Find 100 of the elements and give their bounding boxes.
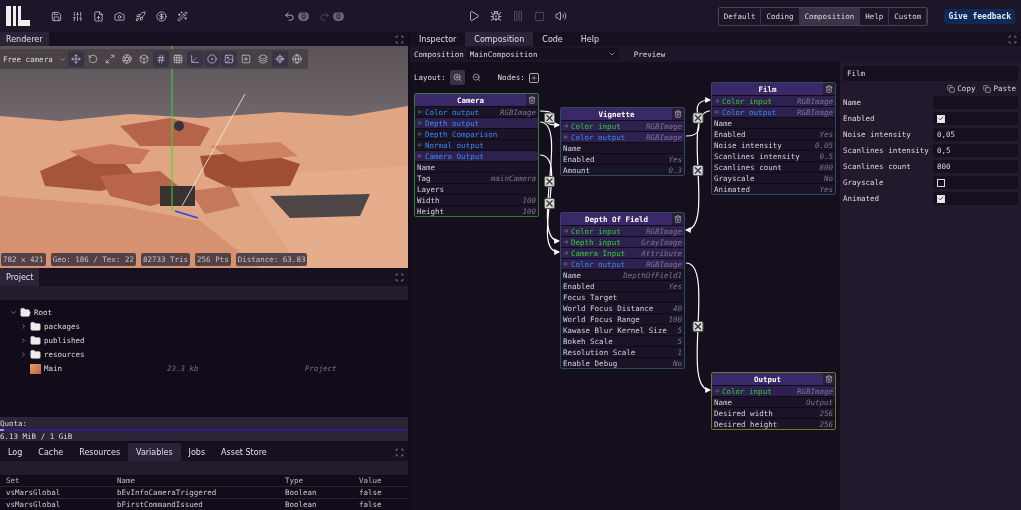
panel-tab[interactable]: Asset Store	[213, 443, 275, 461]
rotate-icon	[88, 54, 98, 64]
caret-icon	[58, 55, 66, 63]
globe-icon	[292, 54, 302, 64]
unlink-button[interactable]	[692, 112, 704, 124]
arrow-left-icon	[714, 109, 720, 115]
viewport-tool-button[interactable]	[153, 51, 169, 67]
magic-wand-icon	[177, 10, 188, 22]
caret-icon	[607, 50, 616, 58]
delete-button[interactable]	[672, 213, 684, 225]
grid-icon	[156, 54, 166, 64]
arrow-right-icon	[563, 123, 569, 129]
file-thumbnail	[30, 363, 41, 374]
stop-icon	[533, 10, 545, 22]
arrow-left-icon	[417, 109, 423, 115]
checkbox-field[interactable]	[933, 112, 1018, 125]
viewport-tool-button[interactable]	[187, 51, 203, 67]
unlink-button[interactable]	[544, 112, 555, 124]
viewport-tool-button[interactable]	[289, 51, 305, 67]
scale-icon	[105, 54, 115, 64]
grid-icon	[173, 54, 183, 64]
trash-icon	[674, 215, 682, 223]
move-icon	[71, 54, 81, 64]
locate-icon	[275, 54, 285, 64]
checkbox-field[interactable]	[933, 176, 1018, 189]
arrow-left-icon	[563, 261, 569, 267]
redo-count: 0	[333, 11, 344, 21]
file-upload-icon	[93, 10, 104, 22]
dollar-icon	[156, 10, 167, 22]
logo-icon	[6, 6, 30, 26]
trash-icon	[674, 110, 682, 118]
viewport-tool-button[interactable]	[221, 51, 237, 67]
panel-tab[interactable]: Code	[533, 32, 572, 46]
feedback-button[interactable]: Give feedback	[944, 8, 1015, 24]
folder-icon	[30, 335, 41, 346]
plus-icon	[529, 73, 538, 82]
panel-tab[interactable]: Help	[571, 32, 609, 46]
arrow-right-icon	[714, 388, 720, 394]
speaker-icon	[554, 10, 567, 22]
pause-icon	[511, 10, 524, 22]
add-node-button[interactable]	[528, 72, 539, 83]
sliders-icon	[72, 10, 83, 22]
trash-icon	[825, 85, 833, 93]
arrow-right-icon	[563, 250, 569, 256]
unlink-button[interactable]	[544, 198, 555, 209]
axis-icon	[190, 54, 200, 64]
arrow-right-icon	[563, 228, 569, 234]
panel-tab[interactable]: Composition	[465, 32, 534, 46]
arrow-left-icon	[417, 153, 423, 159]
viewport-tool-button[interactable]	[255, 51, 271, 67]
plus-square-icon	[241, 54, 251, 64]
unlink-button[interactable]	[692, 165, 704, 176]
undo-count: 0	[298, 11, 309, 21]
panel-tab[interactable]: Jobs	[180, 443, 214, 461]
target-icon	[207, 54, 217, 64]
panel-tab[interactable]: Resources	[71, 443, 129, 461]
arrow-left-icon	[417, 120, 423, 126]
box-icon	[139, 54, 149, 64]
checkbox[interactable]	[937, 178, 945, 187]
zoom-in-icon	[452, 73, 462, 82]
panel-tab[interactable]: Renderer	[0, 32, 49, 46]
panel-tab[interactable]: Variables	[128, 443, 181, 461]
checkbox-field[interactable]	[933, 192, 1018, 205]
redo-icon	[319, 10, 330, 22]
node-card[interactable]	[560, 212, 685, 369]
maximize-icon	[395, 34, 404, 44]
delete-button[interactable]	[823, 373, 835, 385]
layers-icon	[258, 54, 268, 64]
arrow-right-icon	[714, 98, 720, 104]
panel-tab[interactable]: Log	[0, 443, 31, 461]
delete-button[interactable]	[526, 94, 538, 106]
folder-icon	[30, 349, 41, 360]
viewport-tool-button[interactable]	[68, 51, 84, 67]
folder-icon	[30, 321, 41, 332]
unlink-button[interactable]	[692, 321, 704, 332]
trash-icon	[528, 96, 536, 104]
copy-icon	[947, 84, 956, 93]
zoom-in-button[interactable]	[449, 70, 465, 85]
bug-icon	[489, 10, 502, 22]
image-icon	[224, 54, 234, 64]
arrow-left-icon	[563, 134, 569, 140]
panel-tab[interactable]: Inspector	[410, 32, 466, 46]
delete-button[interactable]	[672, 108, 684, 120]
viewport-tool-button[interactable]	[204, 51, 220, 67]
delete-button[interactable]	[823, 83, 835, 95]
panel-tab[interactable]: Cache	[30, 443, 72, 461]
unlink-button[interactable]	[544, 176, 555, 187]
viewport-tool-button[interactable]	[272, 51, 288, 67]
panel-tab[interactable]: Project	[0, 268, 40, 286]
trash-icon	[825, 375, 833, 383]
save-icon	[51, 10, 62, 22]
arrow-left-icon	[417, 131, 423, 137]
checkbox[interactable]	[937, 194, 945, 203]
maximize-icon	[395, 447, 404, 457]
maximize-icon	[395, 272, 404, 282]
folder-open-icon	[20, 307, 31, 318]
checkbox[interactable]	[937, 114, 945, 123]
viewport-tool-button[interactable]	[119, 51, 135, 67]
rocket-icon	[135, 10, 146, 22]
arrow-right-icon	[563, 239, 569, 245]
